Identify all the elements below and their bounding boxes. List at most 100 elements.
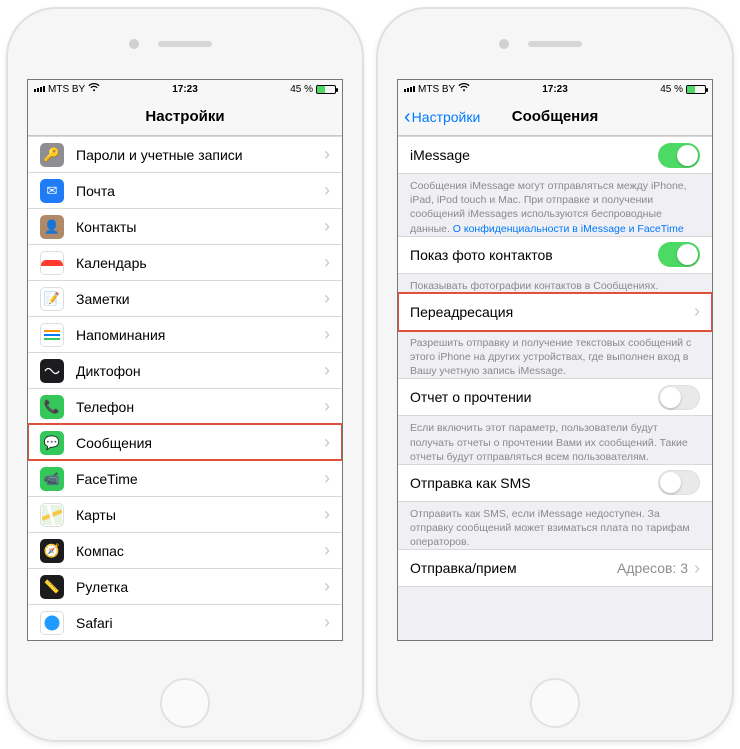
chevron-right-icon: ›	[324, 324, 330, 345]
chevron-right-icon: ›	[324, 180, 330, 201]
toggle-showphotos[interactable]	[658, 242, 700, 267]
row-sendassms[interactable]: Отправка как SMS	[398, 464, 712, 502]
row-label: Отправка/прием	[410, 560, 617, 576]
home-button[interactable]	[530, 678, 580, 728]
settings-row-reminders[interactable]: Напоминания›	[28, 316, 342, 352]
chevron-right-icon: ›	[324, 504, 330, 525]
group-footer: Сообщения iMessage могут отправляться ме…	[398, 174, 712, 236]
settings-row-phone[interactable]: 📞 Телефон›	[28, 388, 342, 424]
row-label: Переадресация	[410, 304, 694, 320]
signal-icon	[404, 86, 415, 92]
row-label: Пароли и учетные записи	[76, 147, 324, 163]
chevron-right-icon: ›	[694, 558, 700, 579]
settings-list[interactable]: 🔑Пароли и учетные записи›✉Почта›👤Контакт…	[28, 136, 342, 640]
safari-icon	[40, 611, 64, 635]
status-bar: MTS BY 17:23 45 %	[28, 80, 342, 98]
status-bar: MTS BY 17:23 45 %	[398, 80, 712, 98]
carrier-label: MTS BY	[48, 84, 85, 95]
row-sendreceive[interactable]: Отправка/приемАдресов: 3 ›	[398, 549, 712, 587]
notes-icon: 📝	[40, 287, 64, 311]
chevron-right-icon: ›	[324, 216, 330, 237]
settings-row-voice[interactable]: Диктофон›	[28, 352, 342, 388]
wifi-icon	[458, 83, 470, 95]
home-button[interactable]	[160, 678, 210, 728]
row-label: Календарь	[76, 255, 324, 271]
settings-row-passwords[interactable]: 🔑Пароли и учетные записи›	[28, 136, 342, 172]
settings-row-messages[interactable]: 💬 Сообщения›	[28, 424, 342, 460]
settings-row-safari[interactable]: Safari›	[28, 604, 342, 640]
back-button[interactable]: ‹ Настройки	[404, 98, 480, 135]
messages-settings[interactable]: iMessage Сообщения iMessage могут отправл…	[398, 136, 712, 640]
settings-row-contacts[interactable]: 👤Контакты›	[28, 208, 342, 244]
settings-row-facetime[interactable]: 📹 FaceTime›	[28, 460, 342, 496]
facetime-icon: 📹	[40, 467, 64, 491]
row-label: Напоминания	[76, 327, 324, 343]
carrier-label: MTS BY	[418, 84, 455, 95]
wifi-icon	[88, 83, 100, 95]
phone-icon: 📞	[40, 395, 64, 419]
chevron-right-icon: ›	[324, 396, 330, 417]
row-forwarding[interactable]: Переадресация›	[398, 293, 712, 331]
phone-right: MTS BY 17:23 45 % ‹ Настройки Сообщения …	[376, 7, 734, 742]
settings-row-notes[interactable]: 📝Заметки›	[28, 280, 342, 316]
battery-pct: 45 %	[660, 84, 683, 95]
contacts-icon: 👤	[40, 215, 64, 239]
screen-right: MTS BY 17:23 45 % ‹ Настройки Сообщения …	[397, 79, 713, 641]
toggle-readreceipts[interactable]	[658, 385, 700, 410]
row-label: Safari	[76, 615, 324, 631]
maps-icon	[40, 503, 64, 527]
nav-bar: ‹ Настройки Сообщения	[398, 98, 712, 136]
toggle-sendassms[interactable]	[658, 470, 700, 495]
phone-camera	[129, 39, 139, 49]
messages-icon: 💬	[40, 431, 64, 455]
footer-link[interactable]: О конфиденциальности в iMessage и FaceTi…	[453, 223, 684, 235]
group-footer: Показывать фотографии контактов в Сообще…	[398, 274, 712, 293]
row-label: Карты	[76, 507, 324, 523]
row-label: Рулетка	[76, 579, 324, 595]
chevron-right-icon: ›	[694, 301, 700, 322]
row-imessage[interactable]: iMessage	[398, 136, 712, 174]
phone-left: MTS BY 17:23 45 % Настройки 🔑Пароли и уч…	[6, 7, 364, 742]
row-label: Отправка как SMS	[410, 475, 658, 491]
phone-speaker	[158, 41, 212, 47]
row-label: FaceTime	[76, 471, 324, 487]
row-detail: Адресов: 3	[617, 560, 688, 576]
row-label: Отчет о прочтении	[410, 389, 658, 405]
settings-row-measure[interactable]: 📏 Рулетка›	[28, 568, 342, 604]
row-readreceipts[interactable]: Отчет о прочтении	[398, 378, 712, 416]
chevron-right-icon: ›	[324, 252, 330, 273]
chevron-right-icon: ›	[324, 468, 330, 489]
clock: 17:23	[505, 84, 606, 95]
measure-icon: 📏	[40, 575, 64, 599]
row-label: Почта	[76, 183, 324, 199]
nav-bar: Настройки	[28, 98, 342, 136]
settings-row-mail[interactable]: ✉ Почта›	[28, 172, 342, 208]
row-label: Диктофон	[76, 363, 324, 379]
chevron-right-icon: ›	[324, 576, 330, 597]
toggle-imessage[interactable]	[658, 143, 700, 168]
row-label: Телефон	[76, 399, 324, 415]
battery-pct: 45 %	[290, 84, 313, 95]
group-footer: Отправить как SMS, если iMessage недосту…	[398, 502, 712, 550]
chevron-right-icon: ›	[324, 144, 330, 165]
settings-row-calendar[interactable]: Календарь›	[28, 244, 342, 280]
mail-icon: ✉	[40, 179, 64, 203]
settings-row-maps[interactable]: Карты›	[28, 496, 342, 532]
signal-icon	[34, 86, 45, 92]
row-label: Сообщения	[76, 435, 324, 451]
row-showphotos[interactable]: Показ фото контактов	[398, 236, 712, 274]
phone-camera	[499, 39, 509, 49]
row-label: Показ фото контактов	[410, 247, 658, 263]
page-title: Сообщения	[512, 108, 598, 125]
chevron-left-icon: ‹	[404, 107, 411, 127]
compass-icon: 🧭	[40, 539, 64, 563]
voice-icon	[40, 359, 64, 383]
group-footer: Разрешить отправку и получение текстовых…	[398, 331, 712, 379]
chevron-right-icon: ›	[324, 288, 330, 309]
calendar-icon	[40, 251, 64, 275]
battery-icon	[316, 85, 336, 94]
chevron-right-icon: ›	[324, 612, 330, 633]
row-label: iMessage	[410, 147, 658, 163]
settings-row-compass[interactable]: 🧭Компас›	[28, 532, 342, 568]
chevron-right-icon: ›	[324, 432, 330, 453]
